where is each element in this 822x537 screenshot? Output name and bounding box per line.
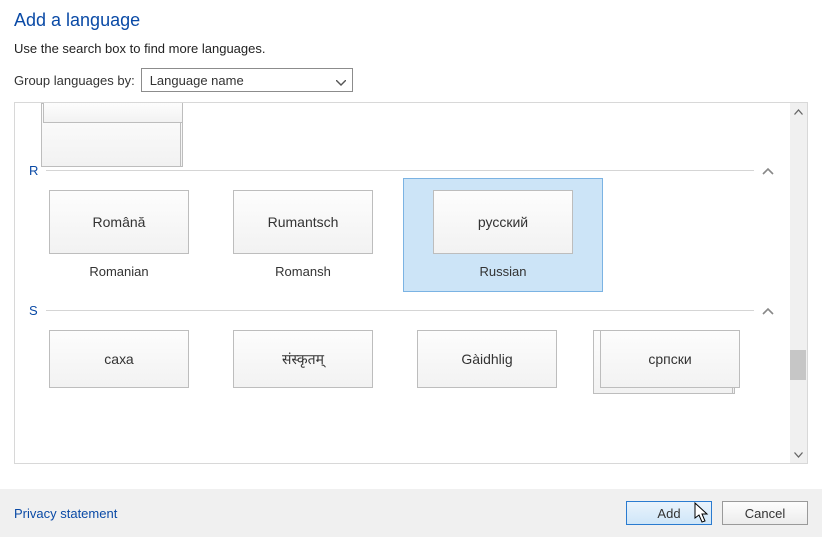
page-title: Add a language: [14, 10, 808, 31]
divider: [46, 310, 754, 311]
language-english-romansh: Romansh: [275, 264, 331, 279]
scrollbar[interactable]: [790, 103, 807, 463]
language-tile-serbian[interactable]: српски: [591, 330, 751, 388]
language-native-serbian: српски: [648, 351, 691, 367]
divider: [46, 170, 754, 171]
language-tile-sakha[interactable]: саха: [39, 330, 199, 388]
collapse-section-r[interactable]: [762, 163, 774, 178]
language-native-russian: русский: [478, 214, 528, 230]
hint-text: Use the search box to find more language…: [14, 41, 808, 56]
language-list: Quechua R Română Romanian Rumantsch Roma…: [14, 102, 808, 464]
section-heading-s: S: [29, 303, 780, 318]
footer: Privacy statement Add Cancel: [0, 489, 822, 537]
language-native-scottish-gaelic: Gàidhlig: [461, 351, 512, 367]
add-button[interactable]: Add: [626, 501, 712, 525]
language-native-romanian: Română: [93, 214, 146, 230]
language-tile-russian[interactable]: русский Russian: [407, 190, 599, 279]
language-native-sanskrit: संस्कृतम्: [282, 350, 324, 369]
group-by-select[interactable]: Language name: [141, 68, 353, 92]
language-tile-scottish-gaelic[interactable]: Gàidhlig: [407, 330, 567, 388]
chevron-down-icon: [336, 74, 346, 89]
privacy-link[interactable]: Privacy statement: [14, 506, 117, 521]
scroll-down-button[interactable]: [790, 446, 807, 463]
cancel-button-label: Cancel: [745, 506, 785, 521]
language-english-russian: Russian: [480, 264, 527, 279]
scroll-up-button[interactable]: [790, 103, 807, 120]
add-button-label: Add: [657, 506, 680, 521]
cancel-button[interactable]: Cancel: [722, 501, 808, 525]
section-letter-s: S: [29, 303, 38, 318]
collapse-section-s[interactable]: [762, 303, 774, 318]
language-tile-romanian[interactable]: Română Romanian: [39, 190, 199, 279]
language-tile-romansh[interactable]: Rumantsch Romansh: [223, 190, 383, 279]
section-letter-r: R: [29, 163, 38, 178]
language-native-romansh: Rumantsch: [268, 214, 339, 230]
language-tile-sanskrit[interactable]: संस्कृतम्: [223, 330, 383, 388]
scroll-track[interactable]: [790, 120, 807, 446]
language-english-romanian: Romanian: [89, 264, 148, 279]
group-by-label: Group languages by:: [14, 73, 135, 88]
group-by-selected-value: Language name: [150, 73, 244, 88]
scroll-thumb[interactable]: [790, 350, 806, 380]
language-tile-quechua[interactable]: Quechua: [39, 103, 189, 144]
language-native-sakha: саха: [104, 351, 133, 367]
